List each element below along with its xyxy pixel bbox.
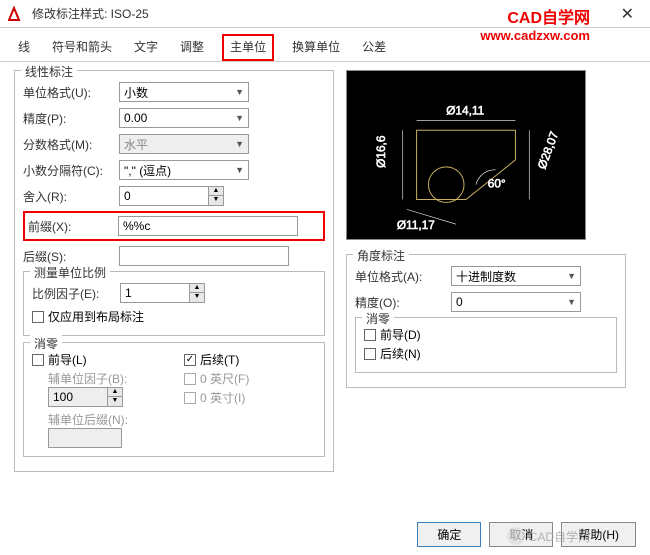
angular-trailing-checkbox[interactable] <box>364 348 376 360</box>
angular-trailing-label: 后续(N) <box>380 345 421 362</box>
zero-in-checkbox <box>184 392 196 404</box>
linear-title: 线性标注 <box>21 63 77 80</box>
chevron-down-icon: ▼ <box>235 113 244 123</box>
angular-zero-title: 消零 <box>362 310 394 327</box>
suffix-label: 后缀(S): <box>23 248 119 265</box>
angular-precision-label: 精度(O): <box>355 294 451 311</box>
svg-text:Ø14,11: Ø14,11 <box>446 103 484 117</box>
tab-symbols[interactable]: 符号和箭头 <box>48 34 116 61</box>
angular-format-label: 单位格式(A): <box>355 268 451 285</box>
fraction-format-combo: 水平▼ <box>119 134 249 154</box>
decimal-sep-combo[interactable]: "," (逗点)▼ <box>119 160 249 180</box>
chevron-down-icon: ▼ <box>235 139 244 149</box>
app-icon <box>8 6 26 22</box>
svg-text:Ø11,17: Ø11,17 <box>397 218 435 232</box>
svg-text:60°: 60° <box>488 177 506 191</box>
zero-title: 消零 <box>30 335 62 352</box>
zero-in-label: 0 英寸(I) <box>200 389 245 406</box>
angular-leading-checkbox[interactable] <box>364 329 376 341</box>
subunit-factor-spinner: ▲▼ <box>48 387 123 407</box>
brand-title: CAD自学网 <box>480 4 590 28</box>
tab-fit[interactable]: 调整 <box>176 34 208 61</box>
tab-primary-units[interactable]: 主单位 <box>222 34 274 61</box>
chevron-down-icon: ▼ <box>567 297 576 307</box>
leading-label: 前导(L) <box>48 351 87 368</box>
unit-format-label: 单位格式(U): <box>23 84 119 101</box>
tab-tolerance[interactable]: 公差 <box>358 34 390 61</box>
tab-lines[interactable]: 线 <box>14 34 34 61</box>
chevron-down-icon: ▼ <box>235 87 244 97</box>
brand-overlay: CAD自学网 www.cadzxw.com <box>480 4 590 43</box>
prefix-input[interactable] <box>118 216 298 236</box>
prefix-label: 前缀(X): <box>28 218 118 235</box>
angular-format-combo[interactable]: 十进制度数▼ <box>451 266 581 286</box>
decimal-sep-label: 小数分隔符(C): <box>23 162 119 179</box>
precision-label: 精度(P): <box>23 110 119 127</box>
layout-only-label: 仅应用到布局标注 <box>48 308 144 325</box>
chevron-down-icon: ▼ <box>235 165 244 175</box>
chevron-down-icon: ▼ <box>567 271 576 281</box>
svg-text:Ø16,6: Ø16,6 <box>374 135 388 168</box>
trailing-label: 后续(T) <box>200 351 239 368</box>
zero-suppress-group: 消零 前导(L) 辅单位因子(B): ▲▼ <box>23 342 325 457</box>
subunit-factor-label: 辅单位因子(B): <box>48 370 164 387</box>
precision-combo[interactable]: 0.00▼ <box>119 108 249 128</box>
roundoff-spinner[interactable]: ▲▼ <box>119 186 224 206</box>
scale-factor-input[interactable] <box>120 283 190 303</box>
scale-factor-label: 比例因子(E): <box>32 285 120 302</box>
unit-format-combo[interactable]: 小数▼ <box>119 82 249 102</box>
tab-alternate-units[interactable]: 换算单位 <box>288 34 344 61</box>
angular-leading-label: 前导(D) <box>380 326 421 343</box>
angular-zero-group: 消零 前导(D) 后续(N) <box>355 317 617 373</box>
angular-dimensions-group: 角度标注 单位格式(A): 十进制度数▼ 精度(O): 0▼ 消零 前导(D) … <box>346 254 626 388</box>
subunit-suffix-label: 辅单位后缀(N): <box>48 411 164 428</box>
close-icon[interactable]: ✕ <box>613 4 642 24</box>
subunit-suffix-input <box>48 428 122 448</box>
scale-factor-spinner[interactable]: ▲▼ <box>120 283 205 303</box>
spin-up-icon: ▲ <box>108 388 122 397</box>
roundoff-label: 舍入(R): <box>23 188 119 205</box>
brand-url: www.cadzxw.com <box>480 28 590 43</box>
leading-checkbox[interactable] <box>32 354 44 366</box>
measurement-scale-group: 测量单位比例 比例因子(E): ▲▼ 仅应用到布局标注 <box>23 271 325 336</box>
trailing-checkbox[interactable] <box>184 354 196 366</box>
watermark-icon <box>507 527 525 545</box>
zero-ft-label: 0 英尺(F) <box>200 370 249 387</box>
svg-text:Ø28,07: Ø28,07 <box>535 130 561 171</box>
spin-down-icon[interactable]: ▼ <box>209 196 223 205</box>
spin-down-icon[interactable]: ▼ <box>190 293 204 302</box>
watermark: CAD自学网 <box>507 527 590 545</box>
fraction-format-label: 分数格式(M): <box>23 136 119 153</box>
spin-up-icon[interactable]: ▲ <box>209 187 223 196</box>
zero-ft-checkbox <box>184 373 196 385</box>
linear-dimensions-group: 线性标注 单位格式(U): 小数▼ 精度(P): 0.00▼ 分数格式(M): … <box>14 70 334 472</box>
scale-title: 测量单位比例 <box>30 264 110 281</box>
preview-panel: Ø14,11 Ø16,6 Ø11,17 Ø28,07 60° <box>346 70 586 240</box>
suffix-input[interactable] <box>119 246 289 266</box>
tab-text[interactable]: 文字 <box>130 34 162 61</box>
ok-button[interactable]: 确定 <box>417 522 481 547</box>
spin-down-icon: ▼ <box>108 397 122 406</box>
angular-precision-combo[interactable]: 0▼ <box>451 292 581 312</box>
layout-only-checkbox[interactable] <box>32 311 44 323</box>
subunit-factor-input <box>48 387 108 407</box>
roundoff-input[interactable] <box>119 186 209 206</box>
spin-up-icon[interactable]: ▲ <box>190 284 204 293</box>
angular-title: 角度标注 <box>353 247 409 264</box>
